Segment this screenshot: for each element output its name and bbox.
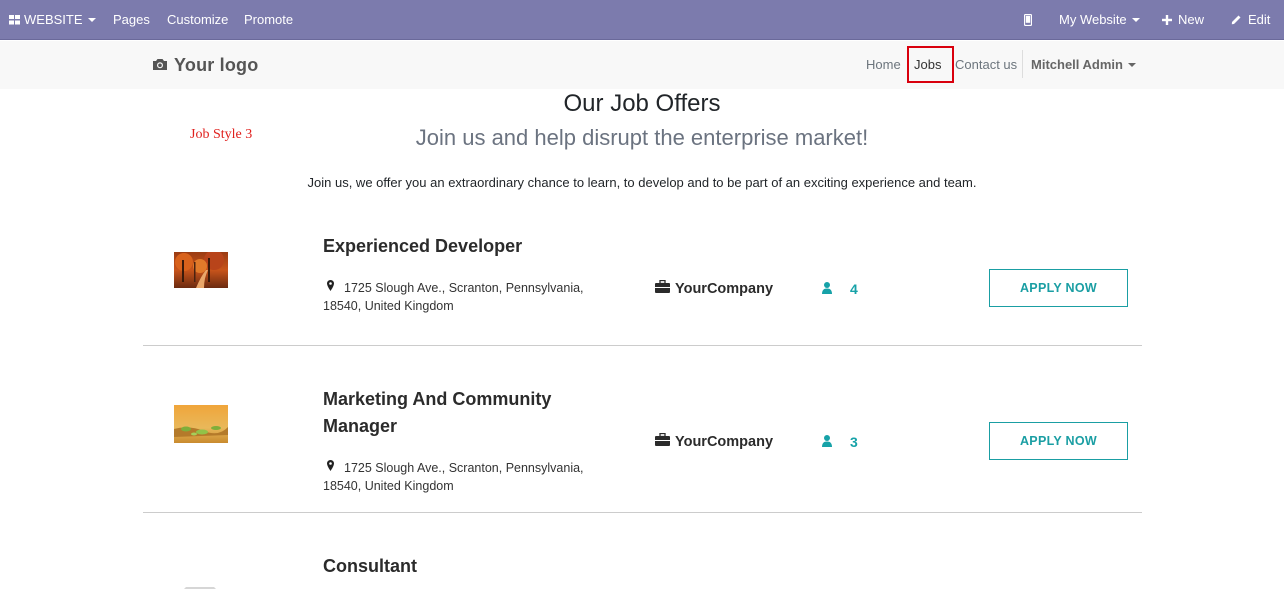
customize-menu[interactable]: Customize	[167, 0, 228, 40]
user-menu[interactable]: Mitchell Admin	[1031, 41, 1136, 89]
job-address-text: 1725 Slough Ave., Scranton, Pennsylvania…	[323, 461, 584, 493]
apply-now-button[interactable]: APPLY NOW	[989, 269, 1128, 307]
user-icon	[822, 434, 832, 450]
chevron-down-icon	[1131, 17, 1140, 22]
page-title: Our Job Offers	[563, 90, 721, 117]
my-website-menu[interactable]: My Website	[1059, 0, 1140, 40]
website-menu[interactable]: WEBSITE	[9, 0, 96, 40]
briefcase-icon	[655, 279, 670, 297]
camera-icon	[152, 55, 168, 76]
map-marker-icon	[327, 458, 334, 476]
mobile-preview-button[interactable]	[1024, 0, 1032, 40]
job-company-name: YourCompany	[675, 280, 774, 297]
job-title[interactable]: Experienced Developer	[323, 233, 603, 260]
website-menu-label: WEBSITE	[24, 12, 83, 27]
page-subtitle: Join us and help disrupt the enterprise …	[415, 125, 869, 150]
nav-contact[interactable]: Contact us	[955, 41, 1017, 89]
job-company-name: YourCompany	[675, 433, 774, 450]
job-company: YourCompany	[655, 432, 774, 450]
job-vacancy-count: 4	[822, 281, 858, 297]
logo-text: Your logo	[174, 54, 259, 75]
chevron-down-icon	[87, 17, 96, 22]
nav-jobs[interactable]: Jobs	[907, 46, 954, 83]
promote-menu[interactable]: Promote	[244, 0, 293, 40]
job-vacancy-number: 4	[850, 281, 858, 297]
my-website-label: My Website	[1059, 12, 1127, 27]
nav-home[interactable]: Home	[866, 41, 901, 89]
new-button[interactable]: New	[1162, 0, 1204, 40]
edit-button[interactable]: Edit	[1231, 0, 1270, 40]
user-icon	[822, 281, 832, 297]
chevron-down-icon	[1127, 62, 1136, 67]
job-address: 1725 Slough Ave., Scranton, Pennsylvania…	[323, 279, 603, 315]
apps-grid-icon	[9, 14, 20, 25]
pages-menu[interactable]: Pages	[113, 0, 150, 40]
nav-divider	[1022, 50, 1023, 78]
job-vacancy-count: 3	[822, 434, 858, 450]
job-address: 1725 Slough Ave., Scranton, Pennsylvania…	[323, 459, 603, 495]
row-divider	[143, 345, 1142, 346]
plus-icon	[1162, 14, 1172, 25]
briefcase-icon	[655, 432, 670, 450]
user-menu-label: Mitchell Admin	[1031, 57, 1123, 72]
mobile-phone-icon	[1024, 13, 1032, 26]
job-title[interactable]: Consultant	[323, 553, 603, 580]
map-marker-icon	[327, 278, 334, 296]
job-address-text: 1725 Slough Ave., Scranton, Pennsylvania…	[323, 281, 584, 313]
job-company: YourCompany	[655, 279, 774, 297]
job-thumbnail-sunset-leaves[interactable]	[174, 405, 228, 443]
pencil-icon	[1231, 14, 1242, 25]
new-button-label: New	[1178, 12, 1205, 27]
intro-text: Join us, we offer you an extraordinary c…	[307, 175, 977, 190]
apply-now-button[interactable]: APPLY NOW	[989, 422, 1128, 460]
site-logo[interactable]: Your logo	[152, 53, 258, 77]
job-thumbnail-autumn-forest[interactable]	[174, 252, 228, 288]
edit-button-label: Edit	[1248, 12, 1271, 27]
job-title[interactable]: Marketing And Community Manager	[323, 386, 603, 440]
job-thumbnail-placeholder[interactable]	[176, 580, 224, 589]
row-divider	[143, 512, 1142, 513]
job-vacancy-number: 3	[850, 434, 858, 450]
admin-topbar: WEBSITE Pages Customize Promote My Websi…	[0, 0, 1284, 40]
